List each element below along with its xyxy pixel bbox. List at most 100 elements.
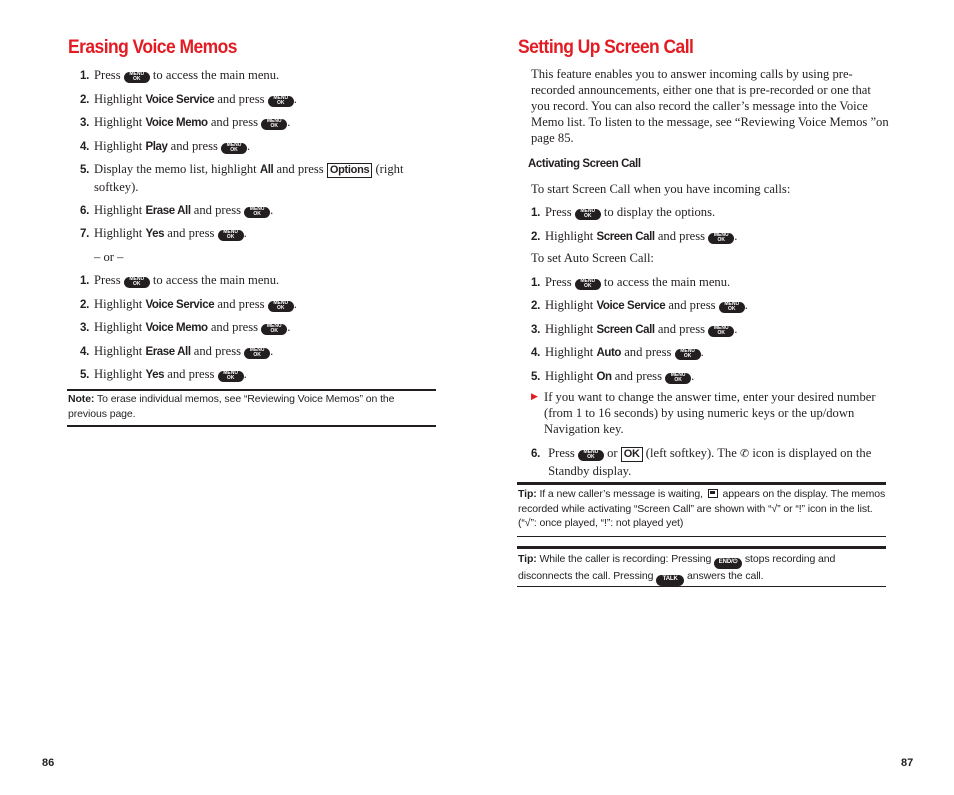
menu-item-name: Yes — [145, 369, 165, 381]
step-number: 3. — [531, 324, 540, 336]
tip-1: Tip: If a new caller’s message is waitin… — [518, 488, 886, 529]
step-number: 4. — [531, 347, 540, 359]
menu-ok-key-icon: MENU OK — [574, 278, 601, 290]
step-item: 4. Highlight Erase All and press MENU OK. — [80, 343, 273, 361]
step-number: 7. — [80, 228, 89, 240]
step-item: 4. Highlight Play and press MENU OK. — [80, 138, 250, 156]
note-text: To erase individual memos, see “Reviewin… — [68, 393, 395, 420]
menu-ok-key-icon: MENU OK — [261, 118, 288, 130]
section-title: Setting Up Screen Call — [518, 37, 694, 58]
menu-ok-key-icon: MENU OK — [665, 372, 692, 384]
menu-ok-key-icon: MENU OK — [708, 325, 735, 337]
menu-ok-key-icon: MENU OK — [217, 370, 244, 382]
menu-ok-key-icon: MENU OK — [123, 71, 150, 83]
menu-item-name: All — [259, 164, 274, 176]
menu-ok-key-icon: MENU OK — [267, 95, 294, 107]
step-item: 5. Highlight On and press MENU OK. — [531, 368, 694, 386]
screen-call-icon: ✆ — [739, 447, 750, 460]
step-item: 1. Press MENU OK to access the main menu. — [80, 272, 279, 290]
menu-item-name: Voice Memo — [145, 117, 208, 129]
talk-key-icon: TALK — [656, 575, 685, 586]
start-text: To start Screen Call when you have incom… — [531, 182, 791, 196]
step-number: 6. — [80, 205, 89, 217]
menu-ok-key-icon: MENU OK — [708, 232, 735, 244]
options-softkey: Options — [326, 163, 373, 178]
step-6: 6. Press MENU OK or OK (left softkey). Th… — [531, 446, 872, 478]
step-number: 2. — [531, 300, 540, 312]
menu-item-name: Auto — [596, 347, 622, 359]
step-item: 6. Highlight Erase All and press MENU OK. — [80, 202, 273, 220]
step-item: 3. Highlight Voice Memo and press MENU OK. — [80, 114, 290, 132]
menu-ok-key-icon: MENU OK — [221, 142, 248, 154]
step-number: 5. — [531, 371, 540, 383]
note-label: Note: — [68, 393, 95, 405]
menu-item-name: Screen Call — [596, 231, 655, 243]
auto-text: To set Auto Screen Call: — [531, 251, 654, 265]
menu-ok-key-icon: MENU OK — [718, 301, 745, 313]
menu-ok-key-icon: MENU OK — [267, 300, 294, 312]
menu-ok-key-icon: MENU OK — [261, 323, 288, 335]
menu-ok-key-icon: MENU OK — [217, 229, 244, 241]
subheading: Activating Screen Call — [528, 158, 641, 170]
menu-item-name: Yes — [145, 228, 165, 240]
intro-paragraph: This feature enables you to answer incom… — [531, 67, 889, 145]
page-number: 87 — [901, 757, 914, 769]
step-number: 4. — [80, 346, 89, 358]
page-number: 86 — [42, 757, 55, 769]
menu-ok-key-icon: MENU OK — [123, 276, 150, 288]
ok-softkey: OK — [620, 447, 643, 462]
step-number: 5. — [80, 369, 89, 381]
tip1-top-rule — [517, 482, 886, 485]
step-item: 3. Highlight Voice Memo and press MENU OK. — [80, 319, 290, 337]
menu-ok-key-icon: MENU OK — [577, 449, 604, 461]
note: Note: To erase individual memos, see “Re… — [68, 392, 434, 421]
step-number: 2. — [531, 231, 540, 243]
step-item: 7. Highlight Yes and press MENU OK. — [80, 225, 247, 243]
menu-item-name: Voice Service — [145, 94, 215, 106]
bullet-text: If you want to change the answer time, e… — [544, 390, 876, 436]
section-title: Erasing Voice Memos — [68, 37, 237, 58]
menu-ok-key-icon: MENU OK — [244, 347, 271, 359]
step-item: 2. Highlight Voice Service and press MENU… — [80, 296, 297, 314]
menu-item-name: Voice Service — [596, 300, 666, 312]
menu-ok-key-icon: MENU OK — [244, 206, 271, 218]
tip1-bottom-rule — [517, 536, 886, 537]
tip-2: Tip: While the caller is recording: Pres… — [518, 552, 886, 586]
step-item: 4. Highlight Auto and press MENU OK. — [531, 344, 704, 362]
step-item: 1. Press MENU OK to display the options. — [531, 204, 715, 222]
or-separator: – or – — [94, 250, 124, 264]
step-item: 5. Display the memo list, highlight All a… — [80, 162, 404, 194]
step-number: 3. — [80, 322, 89, 334]
step-number: 5. — [80, 164, 89, 176]
step-number: 3. — [80, 117, 89, 129]
step-item: 1. Press MENU OK to access the main menu. — [80, 67, 279, 85]
step-number: 2. — [80, 299, 89, 311]
note-top-rule — [67, 389, 436, 391]
menu-item-name: Erase All — [145, 205, 191, 217]
menu-item-name: Voice Service — [145, 299, 215, 311]
step-number: 1. — [531, 207, 540, 219]
menu-ok-key-icon: MENU OK — [574, 208, 601, 220]
menu-item-name: Voice Memo — [145, 322, 208, 334]
menu-item-name: Erase All — [145, 346, 191, 358]
page-87: Setting Up Screen Call This feature enab… — [477, 0, 954, 795]
step-number: 2. — [80, 94, 89, 106]
message-waiting-icon — [707, 489, 718, 498]
step-item: 2. Highlight Voice Service and press MENU… — [80, 91, 297, 109]
step-item: 2. Highlight Voice Service and press MENU… — [531, 297, 748, 315]
step-item: 5. Highlight Yes and press MENU OK. — [80, 366, 247, 384]
menu-item-name: On — [596, 371, 612, 383]
step-number: 1. — [531, 277, 540, 289]
page-86: Erasing Voice Memos 1. Press MENU OK to ac… — [0, 0, 477, 795]
tip2-top-rule — [517, 546, 886, 549]
step-item: 1. Press MENU OK to access the main menu. — [531, 274, 730, 292]
menu-item-name: Play — [145, 141, 168, 153]
step-number: 1. — [80, 70, 89, 82]
step-number: 1. — [80, 275, 89, 287]
note-bottom-rule — [67, 425, 436, 427]
bullet-arrow-icon: ▶ — [531, 391, 538, 401]
step-item: 3. Highlight Screen Call and press MENU OK… — [531, 321, 737, 339]
step-number: 4. — [80, 141, 89, 153]
step-item: 2. Highlight Screen Call and press MENU OK… — [531, 228, 737, 246]
tip2-bottom-rule — [517, 586, 886, 587]
